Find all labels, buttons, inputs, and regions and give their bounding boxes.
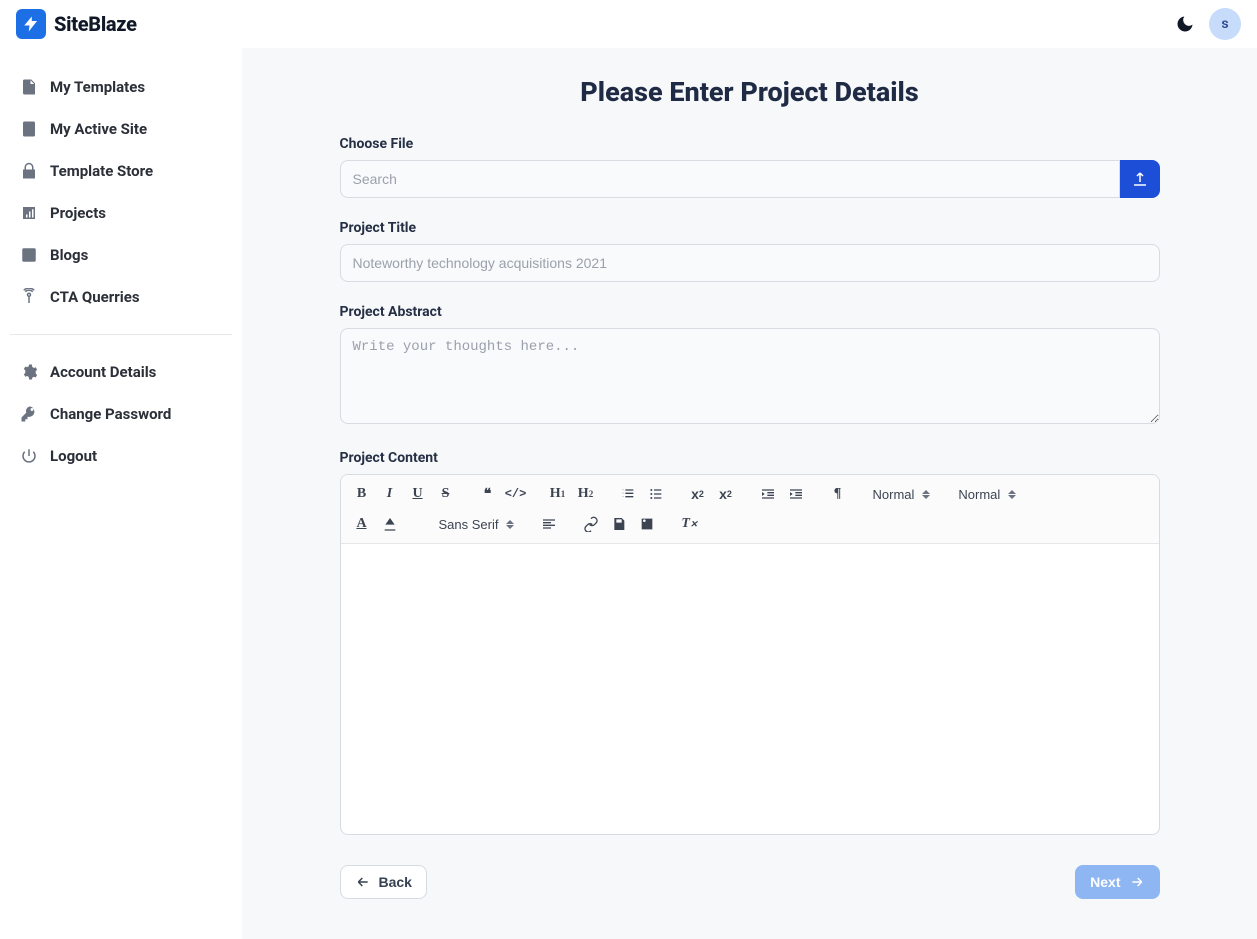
sidebar-item-account-details[interactable]: Account Details xyxy=(10,351,232,393)
indent-button[interactable] xyxy=(783,481,809,507)
project-content-label: Project Content xyxy=(340,450,1160,466)
heading1-button[interactable]: H1 xyxy=(545,481,571,507)
arrow-right-icon xyxy=(1129,874,1145,890)
sidebar-item-blogs[interactable]: Blogs xyxy=(10,234,232,276)
code-block-button[interactable]: </> xyxy=(503,481,529,507)
navbar: SiteBlaze s xyxy=(0,0,1257,48)
heading2-button[interactable]: H2 xyxy=(573,481,599,507)
sidebar-item-label: Template Store xyxy=(50,162,153,180)
save-button[interactable] xyxy=(606,511,632,537)
moon-icon xyxy=(1175,14,1195,34)
sidebar: My Templates My Active Site Template Sto… xyxy=(0,48,242,939)
rich-text-editor: B I U S ❝ </> H1 H2 xyxy=(340,474,1160,835)
chevron-updown-icon xyxy=(922,490,930,499)
store-icon xyxy=(20,162,38,180)
superscript-button[interactable]: x2 xyxy=(713,481,739,507)
clear-format-button[interactable]: T✕ xyxy=(676,511,702,537)
main-content: Please Enter Project Details Choose File… xyxy=(242,48,1257,939)
next-button-label: Next xyxy=(1090,874,1120,890)
editor-toolbar: B I U S ❝ </> H1 H2 xyxy=(341,475,1159,544)
sidebar-item-label: Blogs xyxy=(50,246,88,264)
italic-button[interactable]: I xyxy=(377,481,403,507)
file-search-input[interactable] xyxy=(340,160,1120,198)
blogs-icon xyxy=(20,246,38,264)
outdent-button[interactable] xyxy=(755,481,781,507)
sidebar-item-my-templates[interactable]: My Templates xyxy=(10,66,232,108)
arrow-left-icon xyxy=(355,874,371,890)
project-abstract-label: Project Abstract xyxy=(340,304,1160,320)
project-abstract-textarea[interactable] xyxy=(340,328,1160,424)
font-family-select[interactable]: Sans Serif xyxy=(433,515,521,534)
size-select-label: Normal xyxy=(958,487,1000,502)
brand-name: SiteBlaze xyxy=(54,12,137,36)
link-button[interactable] xyxy=(578,511,604,537)
broadcast-icon xyxy=(20,288,38,306)
file-label: Choose File xyxy=(340,136,1160,152)
upload-icon xyxy=(1131,170,1149,188)
heading-select-label: Normal xyxy=(873,487,915,502)
editor-content-area[interactable] xyxy=(341,544,1159,834)
blockquote-button[interactable]: ❝ xyxy=(475,481,501,507)
projects-icon xyxy=(20,204,38,222)
sidebar-item-label: Account Details xyxy=(50,363,156,381)
ordered-list-button[interactable] xyxy=(615,481,641,507)
page-title: Please Enter Project Details xyxy=(340,76,1160,108)
sidebar-item-change-password[interactable]: Change Password xyxy=(10,393,232,435)
text-direction-button[interactable]: ¶ xyxy=(825,481,851,507)
sidebar-item-label: Change Password xyxy=(50,405,171,423)
font-family-label: Sans Serif xyxy=(439,517,499,532)
sidebar-divider xyxy=(10,334,232,335)
key-icon xyxy=(20,405,38,423)
next-button[interactable]: Next xyxy=(1075,865,1159,899)
project-title-label: Project Title xyxy=(340,220,1160,236)
underline-button[interactable]: U xyxy=(405,481,431,507)
sidebar-item-label: Logout xyxy=(50,447,97,465)
upload-button[interactable] xyxy=(1120,160,1160,198)
brand[interactable]: SiteBlaze xyxy=(16,9,137,39)
chevron-updown-icon xyxy=(506,520,514,529)
sidebar-item-label: Projects xyxy=(50,204,106,222)
sidebar-item-projects[interactable]: Projects xyxy=(10,192,232,234)
background-color-button[interactable] xyxy=(377,511,403,537)
bold-button[interactable]: B xyxy=(349,481,375,507)
sidebar-item-cta-queries[interactable]: CTA Querries xyxy=(10,276,232,318)
dark-mode-toggle[interactable] xyxy=(1175,14,1195,34)
project-title-input[interactable] xyxy=(340,244,1160,282)
sidebar-item-logout[interactable]: Logout xyxy=(10,435,232,477)
size-select[interactable]: Normal xyxy=(952,485,1022,504)
heading-select[interactable]: Normal xyxy=(867,485,937,504)
back-button-label: Back xyxy=(379,874,412,890)
sidebar-item-my-active-site[interactable]: My Active Site xyxy=(10,108,232,150)
templates-icon xyxy=(20,78,38,96)
sidebar-item-label: My Active Site xyxy=(50,120,147,138)
gear-icon xyxy=(20,363,38,381)
align-button[interactable] xyxy=(536,511,562,537)
sidebar-item-template-store[interactable]: Template Store xyxy=(10,150,232,192)
sidebar-item-label: My Templates xyxy=(50,78,145,96)
strike-button[interactable]: S xyxy=(433,481,459,507)
document-icon xyxy=(20,120,38,138)
subscript-button[interactable]: x2 xyxy=(685,481,711,507)
text-color-button[interactable]: A xyxy=(349,511,375,537)
power-icon xyxy=(20,447,38,465)
unordered-list-button[interactable] xyxy=(643,481,669,507)
user-avatar[interactable]: s xyxy=(1209,8,1241,40)
brand-logo-icon xyxy=(16,9,46,39)
back-button[interactable]: Back xyxy=(340,865,427,899)
sidebar-item-label: CTA Querries xyxy=(50,288,140,306)
chevron-updown-icon xyxy=(1008,490,1016,499)
image-button[interactable] xyxy=(634,511,660,537)
